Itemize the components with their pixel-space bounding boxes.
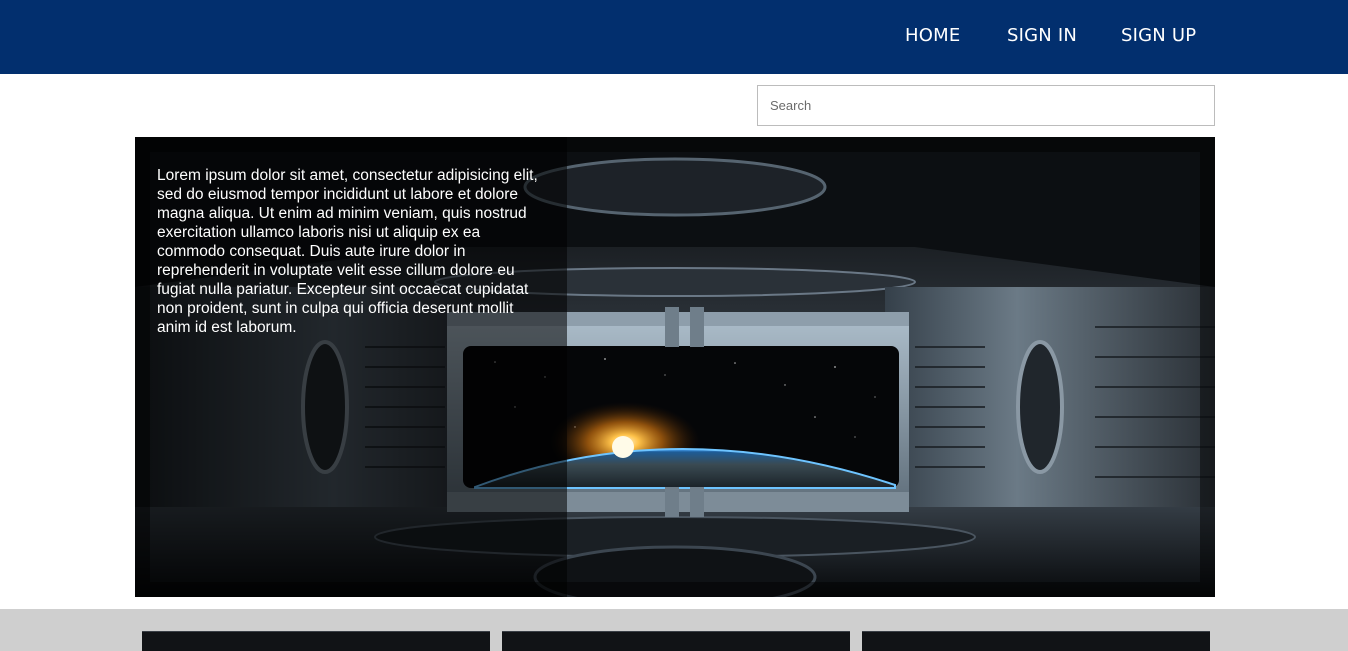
card-thumbnail[interactable] <box>862 631 1210 651</box>
hero-banner: Lorem ipsum dolor sit amet, consectetur … <box>135 137 1215 597</box>
nav-link-sign-in[interactable]: SIGN IN <box>1007 25 1077 47</box>
search-input[interactable] <box>757 85 1215 126</box>
hero-description: Lorem ipsum dolor sit amet, consectetur … <box>157 167 538 336</box>
card-thumbnail[interactable] <box>142 631 490 651</box>
card-thumbnail[interactable] <box>502 631 850 651</box>
top-navbar: HOME SIGN IN SIGN UP <box>0 0 1348 74</box>
nav-link-home[interactable]: HOME <box>905 25 960 47</box>
nav-link-sign-up[interactable]: SIGN UP <box>1121 25 1196 47</box>
